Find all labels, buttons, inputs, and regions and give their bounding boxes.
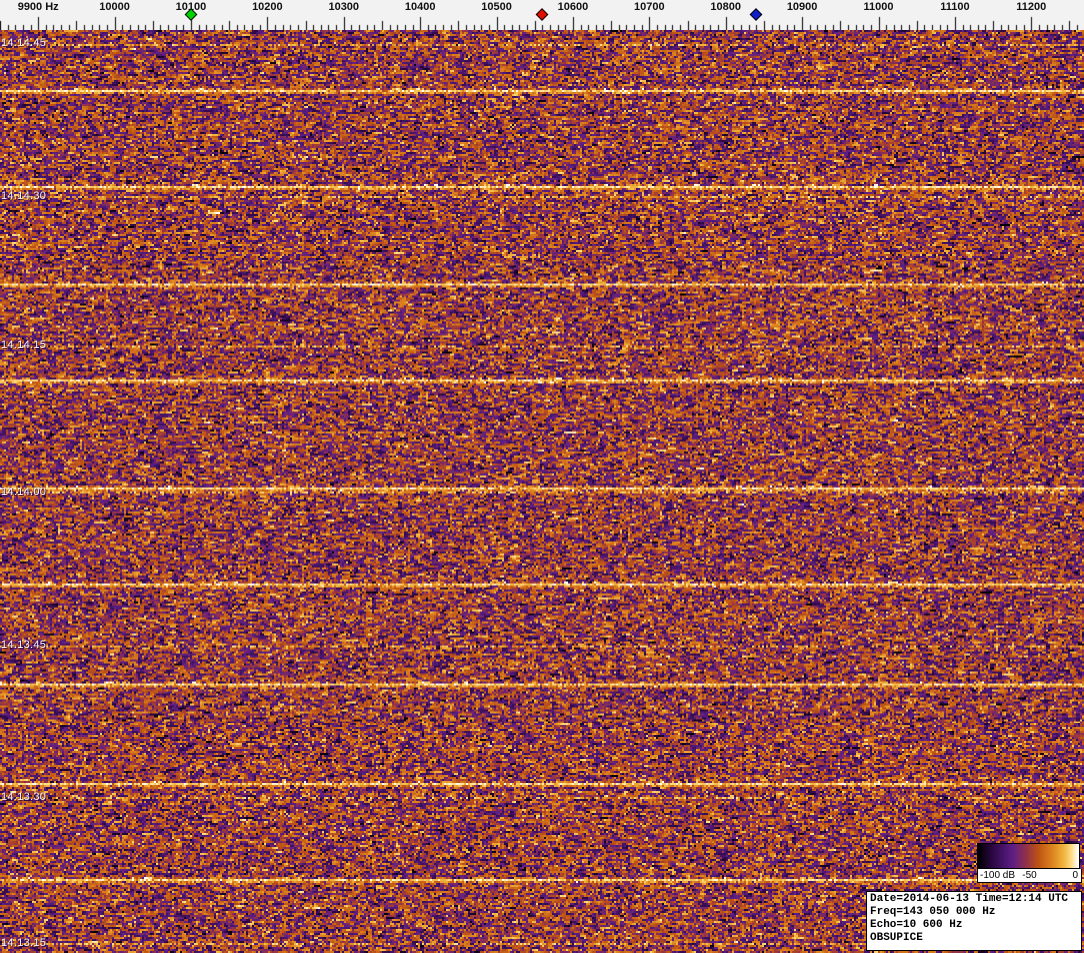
spectrogram-canvas[interactable]: [0, 30, 1084, 953]
freq-label: 11100: [940, 1, 969, 13]
freq-label: 10400: [405, 1, 436, 13]
time-axis-label: 14.13.30: [1, 791, 46, 803]
waterfall-display[interactable]: 14.14.45 14.14.30 14.14.15 14.14.00 14.1…: [0, 30, 1084, 953]
time-axis-label: 14.14.30: [1, 190, 46, 202]
freq-label: 10000: [99, 1, 130, 13]
freq-label: 10800: [710, 1, 741, 13]
freq-label: 11000: [864, 1, 894, 13]
info-station-name: OBSUPICE: [870, 932, 1078, 945]
colorbar: -100 dB -50 0: [977, 843, 1082, 883]
time-axis-label: 14.14.45: [1, 37, 46, 49]
colorbar-mid-label: -50: [1022, 869, 1036, 882]
time-axis-label: 14.14.00: [1, 486, 46, 498]
spectrogram-app: 9900 Hz 10000 10100 10200 10300 10400 10…: [0, 0, 1084, 953]
freq-label: 10600: [558, 1, 589, 13]
info-frequency: Freq=143 050 000 Hz: [870, 906, 1078, 919]
freq-label: 11200: [1016, 1, 1046, 13]
colorbar-min-label: -100 dB: [980, 869, 1015, 882]
time-axis-label: 14.14.15: [1, 339, 46, 351]
info-echo-freq: Echo=10 600 Hz: [870, 919, 1078, 932]
freq-label: 10300: [328, 1, 359, 13]
info-date-time: Date=2014-06-13 Time=12:14 UTC: [870, 893, 1078, 906]
freq-label: 10500: [481, 1, 512, 13]
frequency-ruler[interactable]: 9900 Hz 10000 10100 10200 10300 10400 10…: [0, 0, 1084, 30]
time-axis-label: 14.13.45: [1, 639, 46, 651]
freq-label: 10700: [634, 1, 665, 13]
colorbar-max-label: 0: [1072, 869, 1078, 882]
colorbar-scale: -100 dB -50 0: [977, 869, 1082, 883]
freq-label: 9900 Hz: [18, 1, 59, 13]
freq-label: 10900: [787, 1, 818, 13]
freq-label: 10200: [252, 1, 283, 13]
time-axis-label: 14.13.15: [1, 937, 46, 949]
info-box: Date=2014-06-13 Time=12:14 UTC Freq=143 …: [866, 891, 1082, 951]
colorbar-gradient: [977, 843, 1080, 869]
